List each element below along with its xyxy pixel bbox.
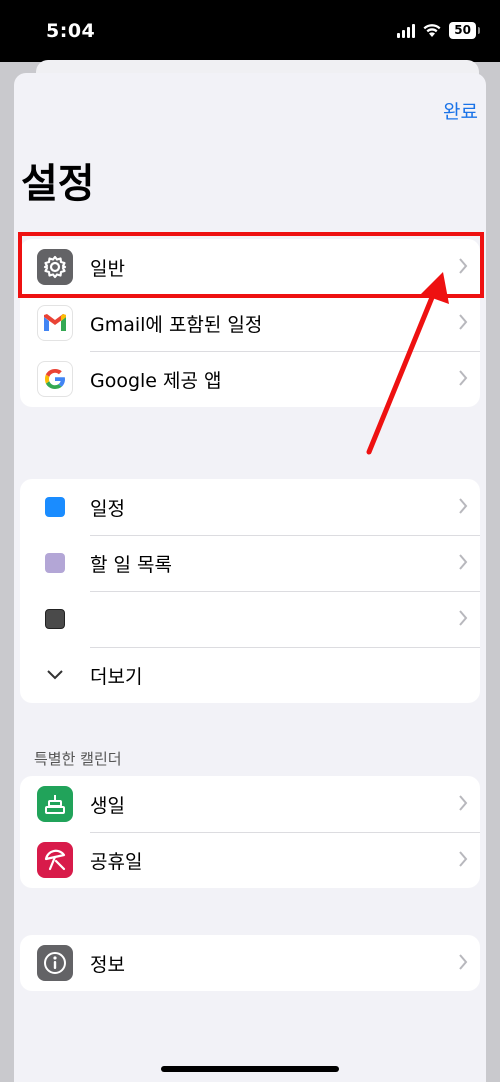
settings-row-label: Google 제공 앱 [90, 369, 222, 392]
chevron-right-icon [459, 610, 468, 626]
calendar-color-swatch [45, 497, 65, 517]
settings-row-label: 정보 [90, 953, 125, 976]
settings-row-google-apps[interactable]: Google 제공 앱 [20, 351, 480, 407]
calendar-row-label: 일정 [90, 497, 125, 520]
status-bar: 5:04 50 [0, 0, 500, 62]
info-icon [37, 945, 73, 981]
home-indicator [161, 1066, 339, 1072]
more-label: 더보기 [90, 665, 143, 688]
settings-group-calendars: 일정 할 일 목록 더보기 [20, 479, 480, 703]
wifi-icon [423, 24, 441, 37]
calendar-color-swatch [45, 609, 65, 629]
birthday-cake-icon [37, 786, 73, 822]
page-title: 설정 [21, 161, 95, 207]
calendar-row-label: 공휴일 [90, 850, 143, 873]
calendar-row-label: 할 일 목록 [90, 553, 172, 576]
google-icon [37, 361, 73, 397]
settings-row-info[interactable]: 정보 [20, 935, 480, 991]
calendar-row-label: 생일 [90, 794, 125, 817]
status-time: 5:04 [46, 20, 96, 42]
section-header-special-calendars: 특별한 캘린더 [34, 750, 122, 768]
chevron-right-icon [459, 554, 468, 570]
more-button[interactable]: 더보기 [20, 647, 480, 703]
settings-row-label: Gmail에 포함된 일정 [90, 313, 263, 336]
status-icons: 50 [397, 22, 480, 39]
chevron-right-icon [459, 795, 468, 811]
chevron-down-icon [47, 670, 63, 680]
battery-indicator: 50 [449, 22, 480, 39]
settings-group-info: 정보 [20, 935, 480, 991]
chevron-right-icon [459, 314, 468, 330]
signal-icon [397, 23, 416, 38]
chevron-right-icon [459, 851, 468, 867]
settings-sheet: 완료 설정 일반 Gmail에 포함된 일정 Google 제공 앱 일정 할 … [14, 73, 486, 1082]
settings-row-gmail[interactable]: Gmail에 포함된 일정 [20, 295, 480, 351]
calendar-row-tasks[interactable]: 할 일 목록 [20, 535, 480, 591]
highlight-box [18, 232, 484, 298]
chevron-right-icon [459, 370, 468, 386]
holiday-umbrella-icon [37, 842, 73, 878]
calendar-row-events[interactable]: 일정 [20, 479, 480, 535]
done-button[interactable]: 완료 [443, 97, 478, 124]
calendar-row-holidays[interactable]: 공휴일 [20, 832, 480, 888]
calendar-row-unnamed[interactable] [20, 591, 480, 647]
calendar-row-birthdays[interactable]: 생일 [20, 776, 480, 832]
calendar-color-swatch [45, 553, 65, 573]
chevron-right-icon [459, 954, 468, 970]
chevron-right-icon [459, 498, 468, 514]
gmail-icon [37, 305, 73, 341]
settings-group-special-calendars: 생일 공휴일 [20, 776, 480, 888]
